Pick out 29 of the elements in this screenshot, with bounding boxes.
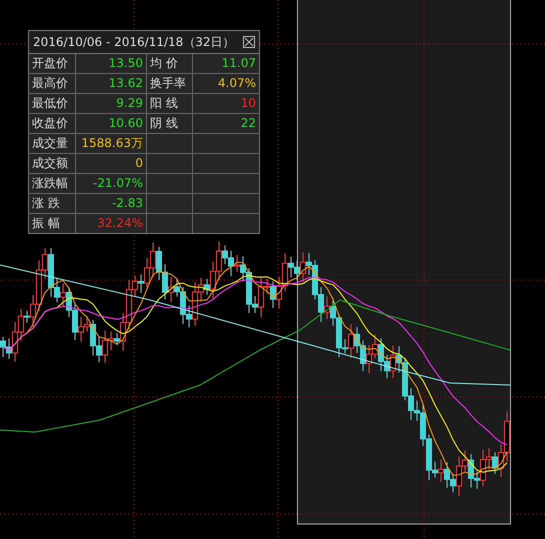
- field-label: 成交量: [32, 135, 68, 152]
- field-label: 成交额: [32, 155, 68, 172]
- field-value: 22: [240, 115, 256, 132]
- field-label: 涨跌幅: [32, 175, 68, 192]
- field-value: -21.07%: [92, 175, 143, 192]
- field-label: 阴 线: [150, 115, 178, 132]
- field-value: -2.83: [112, 195, 143, 212]
- date-range-title: 2016/10/06 - 2016/11/18（32日）: [33, 34, 235, 50]
- field-value: 10: [240, 95, 256, 112]
- field-value: 10.60: [108, 115, 143, 132]
- field-label: 均 价: [150, 55, 178, 72]
- field-value: 11.07: [222, 55, 256, 72]
- field-value: 4.07%: [218, 75, 256, 92]
- field-label: 振 幅: [32, 215, 60, 232]
- field-value: 0: [135, 155, 143, 172]
- field-label: 最高价: [32, 75, 68, 92]
- field-label: 收盘价: [32, 115, 68, 132]
- field-label: 最低价: [32, 95, 68, 112]
- selection-area[interactable]: [297, 0, 511, 524]
- field-value: 32.24%: [97, 215, 143, 232]
- field-value: 13.62: [108, 75, 143, 92]
- field-label: 涨 跌: [32, 195, 60, 212]
- field-label: 换手率: [150, 75, 186, 92]
- field-value: 13.50: [108, 55, 143, 72]
- close-icon[interactable]: [243, 36, 255, 48]
- field-value: 9.29: [116, 95, 143, 112]
- field-label: 阳 线: [150, 95, 178, 112]
- field-label: 开盘价: [32, 55, 68, 72]
- field-value: 1588.63万: [81, 135, 143, 152]
